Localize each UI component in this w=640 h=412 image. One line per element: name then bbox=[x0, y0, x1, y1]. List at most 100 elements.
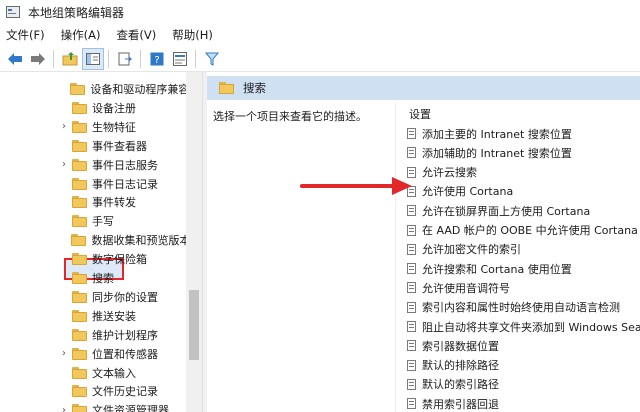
back-button[interactable] bbox=[4, 48, 26, 70]
chevron-right-icon[interactable]: › bbox=[58, 156, 70, 174]
export-list-icon bbox=[118, 52, 132, 65]
tree-item[interactable]: 设备注册 bbox=[0, 99, 186, 117]
tree-item[interactable]: 事件转发 bbox=[0, 193, 186, 211]
up-level-button[interactable] bbox=[59, 48, 81, 70]
policy-document-icon bbox=[407, 398, 416, 410]
tree-item[interactable]: › 生物特征 bbox=[0, 118, 186, 136]
help-button[interactable]: ? bbox=[146, 48, 168, 70]
policy-setting-row[interactable]: 允许使用音调符号 bbox=[407, 278, 640, 297]
policy-setting-label: 在 AAD 帐户的 OOBE 中允许使用 Cortana bbox=[422, 224, 638, 237]
policy-setting-row[interactable]: 允许云搜索 bbox=[407, 163, 640, 182]
tree-item-label: 设备和驱动程序兼容性 bbox=[90, 83, 186, 96]
tree-item-label: 搜索 bbox=[92, 272, 114, 285]
filter-icon bbox=[205, 52, 219, 66]
policy-document-icon bbox=[407, 359, 416, 371]
tree-item-label: 事件日志服务 bbox=[92, 158, 158, 172]
menu-file[interactable]: 文件(F) bbox=[0, 25, 53, 45]
tree-item[interactable]: 手写 bbox=[0, 212, 186, 230]
policy-setting-row[interactable]: 允许搜索和 Cortana 使用位置 bbox=[407, 259, 640, 278]
description-text: 选择一个项目来查看它的描述。 bbox=[213, 110, 367, 123]
policy-setting-label: 索引器数据位置 bbox=[422, 339, 499, 353]
menu-action[interactable]: 操作(A) bbox=[53, 25, 109, 45]
tree-item[interactable]: 数字保险箱 bbox=[0, 250, 186, 268]
tree-item[interactable]: 文件历史记录 bbox=[0, 382, 186, 400]
policy-setting-row[interactable]: 默认的排除路径 bbox=[407, 356, 640, 375]
policy-setting-row[interactable]: 在 AAD 帐户的 OOBE 中允许使用 Cortana bbox=[407, 221, 640, 240]
policy-setting-label: 允许在锁屏界面上方使用 Cortana bbox=[422, 204, 591, 218]
policy-setting-label: 默认的排除路径 bbox=[422, 359, 499, 373]
help-icon: ? bbox=[150, 52, 164, 66]
settings-column-header[interactable]: 设置 bbox=[409, 106, 431, 122]
policy-document-icon bbox=[407, 378, 416, 390]
properties-icon bbox=[173, 51, 187, 66]
policy-setting-label: 允许使用音调符号 bbox=[422, 281, 510, 295]
tree-item[interactable]: 推送安装 bbox=[0, 307, 186, 325]
tree-item-label: 文件历史记录 bbox=[92, 385, 158, 399]
tree-item[interactable]: › 事件日志服务 bbox=[0, 156, 186, 174]
policy-document-icon bbox=[407, 321, 416, 332]
chevron-right-icon[interactable]: › bbox=[58, 345, 70, 363]
policy-document-icon bbox=[407, 340, 416, 352]
tree-item[interactable]: › 位置和传感器 bbox=[0, 345, 186, 363]
filter-button[interactable] bbox=[201, 48, 223, 70]
policy-setting-row[interactable]: 索引内容和属性时始终使用自动语言检测 bbox=[407, 298, 640, 317]
chevron-right-icon[interactable]: › bbox=[58, 401, 70, 412]
properties-button[interactable] bbox=[169, 48, 191, 70]
policy-setting-row[interactable]: 索引器数据位置 bbox=[407, 336, 640, 355]
show-hide-tree-icon bbox=[86, 52, 100, 65]
folder-icon bbox=[72, 328, 88, 341]
tree-item[interactable]: 事件查看器 bbox=[0, 137, 186, 155]
tree-scrollbar[interactable] bbox=[186, 72, 202, 412]
group-policy-icon bbox=[6, 6, 20, 18]
folder-icon bbox=[72, 139, 88, 152]
chevron-right-icon[interactable]: › bbox=[58, 118, 70, 136]
forward-arrow-icon bbox=[31, 52, 45, 65]
policy-setting-row[interactable]: 允许在锁屏界面上方使用 Cortana bbox=[407, 201, 640, 220]
tree-item[interactable]: 事件日志记录 bbox=[0, 175, 186, 193]
policy-setting-label: 添加辅助的 Intranet 搜索位置 bbox=[422, 146, 572, 160]
folder-icon bbox=[72, 290, 88, 303]
menu-bar: 文件(F) 操作(A) 查看(V) 帮助(H) bbox=[0, 24, 640, 46]
policy-setting-row[interactable]: 阻止自动将共享文件夹添加到 Windows Sea bbox=[407, 317, 640, 336]
policy-setting-row[interactable]: 禁用索引器回退 bbox=[407, 394, 640, 412]
detail-header: 搜索 bbox=[207, 76, 640, 100]
detail-header-label: 搜索 bbox=[243, 81, 266, 95]
menu-view[interactable]: 查看(V) bbox=[108, 25, 164, 45]
policy-setting-row[interactable]: 允许加密文件的索引 bbox=[407, 240, 640, 259]
folder-icon bbox=[72, 366, 88, 379]
tree-item[interactable]: 维护计划程序 bbox=[0, 326, 186, 344]
policy-setting-row[interactable]: 默认的索引路径 bbox=[407, 375, 640, 394]
folder-icon bbox=[72, 253, 88, 266]
tree-item[interactable]: 搜索 bbox=[0, 269, 186, 287]
policy-setting-label: 允许使用 Cortana bbox=[422, 185, 514, 199]
folder-icon bbox=[72, 347, 88, 360]
forward-button[interactable] bbox=[27, 48, 49, 70]
policy-setting-row[interactable]: 添加主要的 Intranet 搜索位置 bbox=[407, 124, 640, 143]
policy-document-icon bbox=[407, 282, 416, 294]
menu-help[interactable]: 帮助(H) bbox=[164, 25, 221, 45]
tree-item[interactable]: 数据收集和预览版本 bbox=[0, 231, 186, 249]
policy-setting-row[interactable]: 允许使用 Cortana bbox=[407, 182, 640, 201]
tree-scrollbar-thumb[interactable] bbox=[189, 290, 199, 360]
tree-item[interactable]: 文本输入 bbox=[0, 364, 186, 382]
tree-item-label: 事件查看器 bbox=[92, 139, 147, 153]
show-hide-tree-button[interactable] bbox=[82, 47, 104, 70]
folder-icon bbox=[72, 309, 88, 322]
tree-item[interactable]: › 文件资源管理器 bbox=[0, 401, 186, 412]
tree-item-label: 文本输入 bbox=[92, 366, 136, 380]
folder-icon bbox=[72, 101, 88, 114]
policy-setting-row[interactable]: 添加辅助的 Intranet 搜索位置 bbox=[407, 143, 640, 162]
column-divider bbox=[395, 102, 396, 412]
tree-item[interactable]: 同步你的设置 bbox=[0, 288, 186, 306]
tree-item[interactable]: 设备和驱动程序兼容性 bbox=[0, 80, 186, 98]
export-list-button[interactable] bbox=[114, 48, 136, 70]
tree-pane[interactable]: 设备和驱动程序兼容性设备注册 › 生物特征事件查看器 › 事件日志服务事件日志记录事件转… bbox=[0, 72, 202, 412]
